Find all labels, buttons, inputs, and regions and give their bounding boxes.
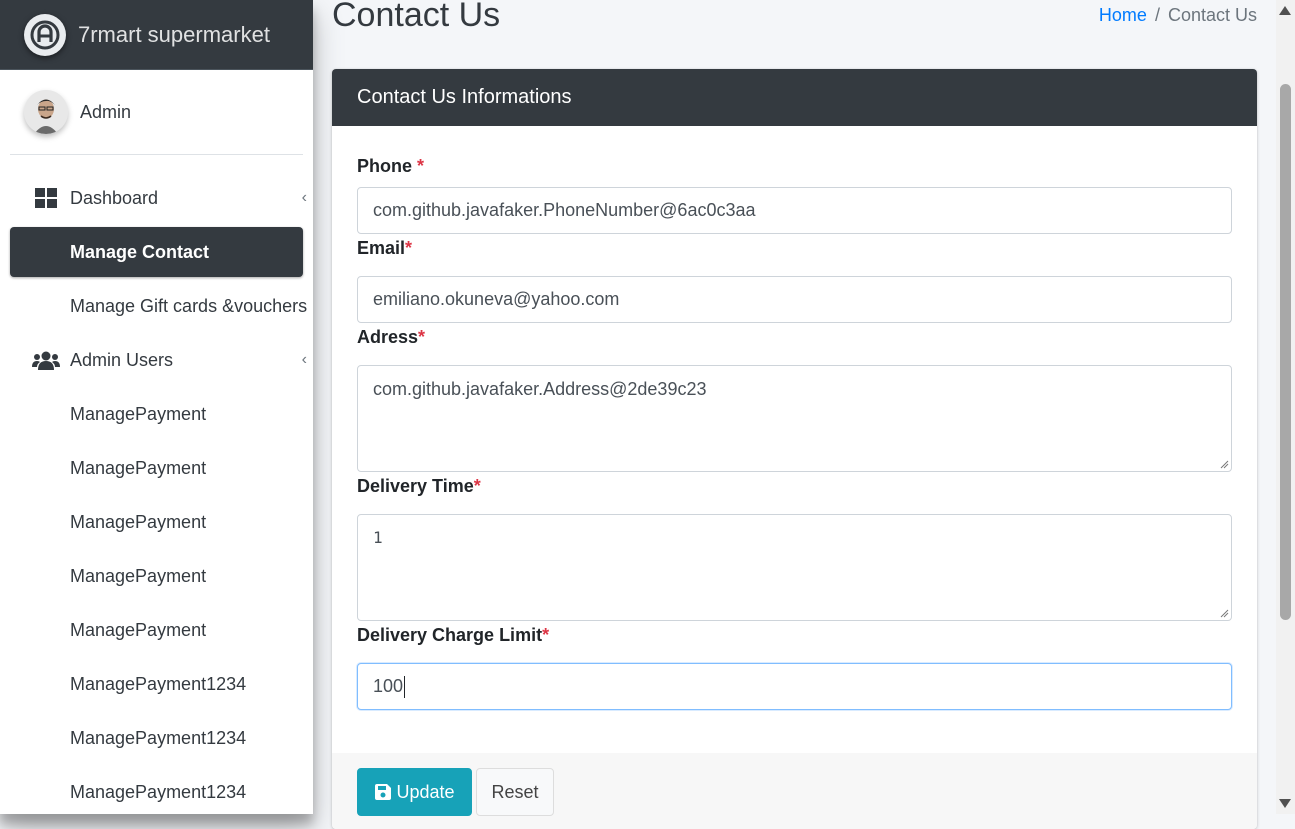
address-textarea-value: com.github.javafaker.Address@2de39c23 bbox=[373, 379, 707, 399]
sidebar-item-admin-users[interactable]: Admin Users ‹ bbox=[10, 335, 307, 385]
sidebar-item-label: ManagePayment1234 bbox=[70, 781, 247, 802]
phone-label: Phone * bbox=[357, 154, 1232, 179]
delivery-charge-limit-input[interactable]: 100 bbox=[357, 663, 1232, 710]
reset-button[interactable]: Reset bbox=[476, 768, 554, 816]
brand-name: 7rmart supermarket bbox=[78, 21, 270, 47]
avatar bbox=[24, 90, 68, 134]
sidebar-item-manage-payment-1234[interactable]: ManagePayment1234 bbox=[10, 767, 303, 814]
user-panel[interactable]: Admin bbox=[10, 70, 303, 155]
contact-us-card: Contact Us Informations Phone * com.gith… bbox=[332, 69, 1257, 829]
sidebar-nav: Dashboard ‹ Manage Contact Manage Gift c… bbox=[0, 173, 313, 814]
email-input-value: emiliano.okuneva@yahoo.com bbox=[373, 289, 620, 309]
scroll-up-arrow-icon[interactable] bbox=[1279, 6, 1291, 15]
email-label-text: Email bbox=[357, 238, 406, 258]
phone-input-value: com.github.javafaker.PhoneNumber@6ac0c3a… bbox=[373, 200, 756, 220]
required-marker: * bbox=[417, 156, 425, 176]
address-textarea[interactable]: com.github.javafaker.Address@2de39c23 bbox=[357, 365, 1232, 472]
sidebar: 7rmart supermarket Admin Dashboard ‹ Man… bbox=[0, 0, 313, 814]
breadcrumb-home-link[interactable]: Home bbox=[1099, 5, 1147, 25]
address-label: Adress* bbox=[357, 325, 1232, 350]
required-marker: * bbox=[418, 327, 426, 347]
dashboard-icon bbox=[32, 187, 60, 209]
card-body: Phone * com.github.javafaker.PhoneNumber… bbox=[332, 126, 1257, 710]
required-marker: * bbox=[405, 238, 413, 258]
brand-link[interactable]: 7rmart supermarket bbox=[0, 0, 313, 70]
sidebar-item-manage-contact[interactable]: Manage Contact bbox=[10, 227, 303, 277]
phone-input[interactable]: com.github.javafaker.PhoneNumber@6ac0c3a… bbox=[357, 187, 1232, 234]
chevron-left-icon: ‹ bbox=[301, 189, 307, 206]
chevron-left-icon: ‹ bbox=[301, 351, 307, 368]
save-icon bbox=[375, 784, 392, 800]
sidebar-item-label: ManagePayment1234 bbox=[70, 673, 247, 694]
brand-logo-icon bbox=[24, 13, 66, 56]
sidebar-item-manage-gift-cards[interactable]: Manage Gift cards &vouchers bbox=[10, 281, 307, 331]
email-label: Email* bbox=[357, 236, 1232, 261]
sidebar-item-label: ManagePayment bbox=[70, 511, 207, 532]
sidebar-item-manage-payment[interactable]: ManagePayment bbox=[10, 551, 303, 601]
scroll-down-arrow-icon[interactable] bbox=[1279, 799, 1291, 808]
page-title: Contact Us bbox=[332, 0, 501, 34]
breadcrumb-current: Contact Us bbox=[1167, 5, 1257, 25]
delivery-charge-limit-input-value: 100 bbox=[373, 676, 404, 696]
delivery-time-textarea[interactable]: 1 bbox=[357, 514, 1232, 621]
delivery-time-textarea-value: 1 bbox=[373, 528, 383, 547]
user-name: Admin bbox=[80, 101, 132, 122]
users-icon bbox=[32, 349, 60, 371]
update-button-label: Update bbox=[396, 781, 455, 802]
card-title: Contact Us Informations bbox=[357, 86, 572, 108]
sidebar-item-label: Admin Users bbox=[70, 349, 174, 370]
page-scrollbar[interactable] bbox=[1276, 0, 1295, 814]
sidebar-item-label: ManagePayment bbox=[70, 619, 207, 640]
sidebar-item-manage-payment[interactable]: ManagePayment bbox=[10, 605, 303, 655]
breadcrumb: Home / Contact Us bbox=[1099, 5, 1257, 26]
breadcrumb-separator: / bbox=[1154, 5, 1160, 25]
sidebar-item-manage-payment[interactable]: ManagePayment bbox=[10, 497, 303, 547]
phone-label-text: Phone bbox=[357, 156, 418, 176]
sidebar-item-label: ManagePayment bbox=[70, 565, 207, 586]
text-caret bbox=[404, 676, 406, 699]
delivery-charge-limit-label: Delivery Charge Limit* bbox=[357, 623, 1232, 648]
update-button[interactable]: Update bbox=[357, 768, 472, 816]
sidebar-item-label: Manage Contact bbox=[70, 241, 210, 262]
reset-button-label: Reset bbox=[491, 781, 539, 802]
delivery-charge-limit-label-text: Delivery Charge Limit bbox=[357, 625, 543, 645]
sidebar-item-label: Manage Gift cards &vouchers bbox=[70, 295, 308, 316]
scrollbar-thumb[interactable] bbox=[1280, 84, 1291, 620]
delivery-time-label: Delivery Time* bbox=[357, 474, 1232, 499]
sidebar-item-label: ManagePayment1234 bbox=[70, 727, 247, 748]
sidebar-item-manage-payment-1234[interactable]: ManagePayment1234 bbox=[10, 713, 303, 763]
card-footer: Update Reset bbox=[332, 753, 1257, 829]
sidebar-item-manage-payment[interactable]: ManagePayment bbox=[10, 389, 303, 439]
resize-handle-icon[interactable] bbox=[1219, 459, 1229, 469]
address-label-text: Adress bbox=[357, 327, 419, 347]
sidebar-item-label: ManagePayment bbox=[70, 403, 207, 424]
sidebar-item-label: ManagePayment bbox=[70, 457, 207, 478]
resize-handle-icon[interactable] bbox=[1219, 608, 1229, 618]
card-header: Contact Us Informations bbox=[332, 69, 1257, 126]
sidebar-item-manage-payment[interactable]: ManagePayment bbox=[10, 443, 303, 493]
delivery-time-label-text: Delivery Time bbox=[357, 476, 474, 496]
sidebar-item-label: Dashboard bbox=[70, 187, 159, 208]
sidebar-item-manage-payment-1234[interactable]: ManagePayment1234 bbox=[10, 659, 303, 709]
email-input[interactable]: emiliano.okuneva@yahoo.com bbox=[357, 276, 1232, 323]
required-marker: * bbox=[473, 476, 481, 496]
sidebar-item-dashboard[interactable]: Dashboard ‹ bbox=[10, 173, 307, 223]
required-marker: * bbox=[542, 625, 550, 645]
